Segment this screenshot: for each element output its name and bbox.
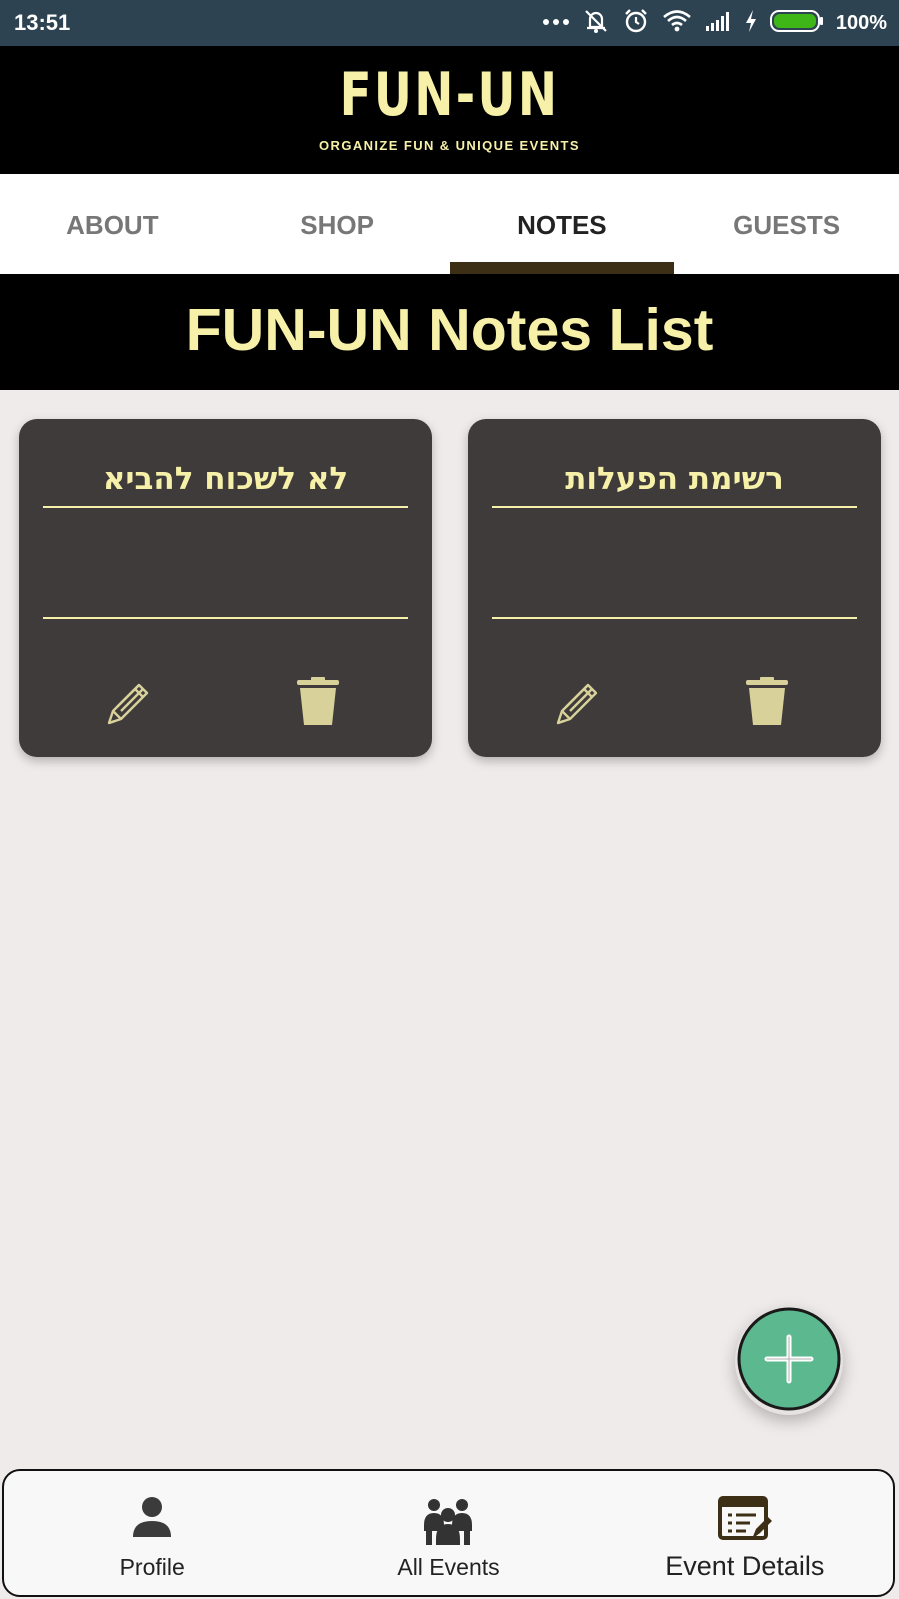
status-bar: 13:51 100% [0, 0, 899, 46]
tab-guests-label: GUESTS [733, 210, 841, 240]
note-divider [43, 506, 408, 508]
nav-profile-label: Profile [119, 1554, 185, 1580]
section-header: FUN-UN Notes List [0, 274, 899, 390]
battery-percent: 100% [835, 11, 887, 34]
note-title: רשימת הפעלות [565, 461, 784, 497]
tab-guests[interactable]: GUESTS [674, 174, 899, 274]
note-title: לא לשכוח להביא [102, 461, 349, 497]
person-icon [131, 1495, 173, 1544]
group-icon [420, 1495, 476, 1552]
nav-all-events-label: All Events [397, 1554, 500, 1580]
tab-shop-label: SHOP [300, 210, 374, 240]
nav-event-details[interactable]: Event Details [597, 1471, 893, 1595]
wifi-icon [662, 9, 692, 38]
nav-event-details-label: Event Details [665, 1551, 825, 1581]
nav-all-events[interactable]: All Events [300, 1471, 596, 1595]
tab-notes[interactable]: NOTES [449, 174, 675, 274]
note-divider [492, 617, 857, 619]
logo-title: FUN-UN [339, 60, 560, 130]
charging-bolt-icon [744, 9, 758, 38]
notifications-off-icon [582, 7, 610, 40]
battery-icon [769, 9, 824, 38]
trash-icon[interactable] [744, 677, 790, 732]
more-dots-icon [542, 14, 570, 32]
app-header: FUN-UN ORGANIZE FUN & UNIQUE EVENTS [0, 46, 899, 174]
bottom-navigation: Profile All Events Event Details [2, 1469, 895, 1597]
plus-icon [735, 1305, 843, 1418]
nav-profile[interactable]: Profile [4, 1471, 300, 1595]
add-note-button[interactable] [735, 1307, 843, 1415]
logo-tagline: ORGANIZE FUN & UNIQUE EVENTS [319, 138, 580, 153]
alarm-icon [622, 7, 650, 40]
tab-bar: ABOUT SHOP NOTES GUESTS [0, 174, 899, 274]
status-time: 13:51 [14, 10, 71, 35]
note-divider [492, 506, 857, 508]
tab-notes-label: NOTES [517, 210, 607, 240]
cellular-signal-icon [704, 10, 732, 37]
active-tab-indicator [449, 262, 675, 274]
note-card[interactable]: רשימת הפעלות [468, 419, 881, 757]
note-card[interactable]: לא לשכוח להביא [19, 419, 432, 757]
tab-about[interactable]: ABOUT [0, 174, 225, 274]
tab-shop[interactable]: SHOP [225, 174, 450, 274]
trash-icon[interactable] [295, 677, 341, 732]
tab-about-label: ABOUT [66, 210, 159, 240]
note-divider [43, 617, 408, 619]
pencil-icon[interactable] [103, 677, 155, 734]
pencil-icon[interactable] [552, 677, 604, 734]
status-icons: 100% [542, 8, 887, 38]
event-details-icon [717, 1495, 772, 1548]
page-title: FUN-UN Notes List [185, 297, 714, 363]
